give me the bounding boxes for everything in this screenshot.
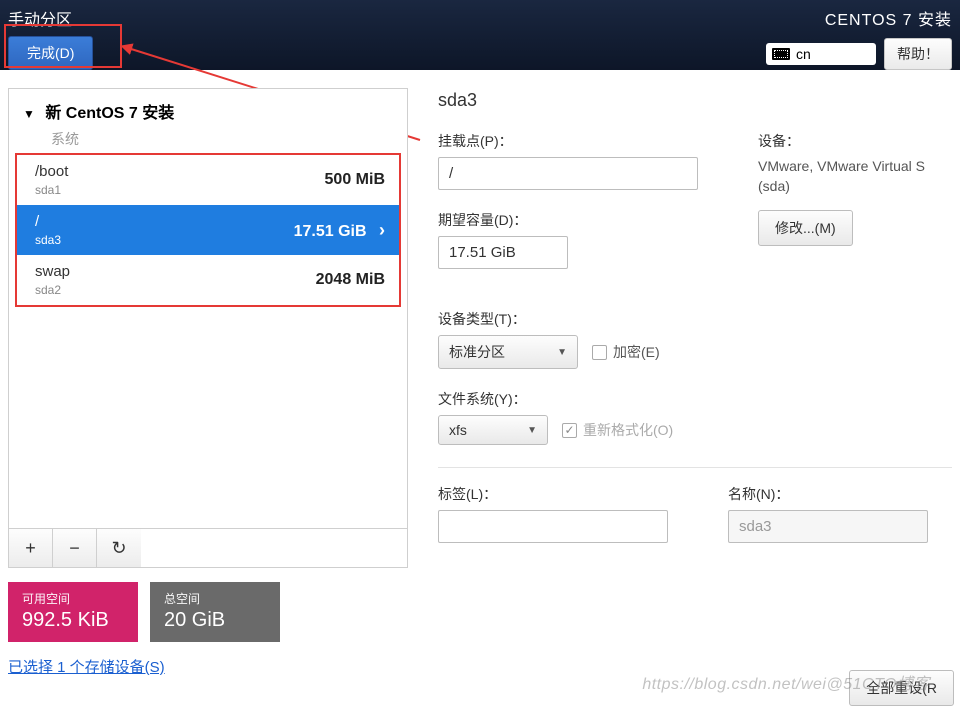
mount-point-label: /boot (35, 163, 68, 180)
capacity-field-label: 期望容量(D)： (438, 210, 698, 230)
new-install-header[interactable]: ▼ 新 CentOS 7 安装 (9, 89, 407, 125)
divider (438, 467, 952, 468)
help-button[interactable]: 帮助！ (884, 38, 952, 70)
filesystem-select[interactable]: xfs ▼ (438, 415, 548, 445)
storage-devices-link[interactable]: 已选择 1 个存储设备(S) (8, 656, 165, 677)
reformat-checkbox-row: 重新格式化(O) (562, 420, 673, 440)
new-install-label: 新 CentOS 7 安装 (45, 105, 174, 122)
chevron-right-icon: › (379, 220, 385, 240)
partition-detail-panel: sda3 挂载点(P)： 期望容量(D)： 设备类型(T)： 标准分区 ▼ (438, 88, 952, 677)
partition-list-footer: + − ↻ (9, 528, 407, 567)
total-space-card: 总空间 20 GiB (150, 582, 280, 642)
mount-point-input[interactable] (438, 157, 698, 190)
header-bar: 手动分区 完成(D) CENTOS 7 安装 cn 帮助！ (0, 0, 960, 70)
encrypt-label: 加密(E) (613, 342, 660, 362)
encrypt-checkbox[interactable] (592, 345, 607, 360)
tag-field-label: 标签(L)： (438, 484, 668, 504)
detail-title: sda3 (438, 90, 952, 111)
device-type-value: 标准分区 (449, 342, 505, 362)
keyboard-layout-code: cn (796, 46, 811, 62)
done-button[interactable]: 完成(D) (8, 36, 93, 70)
partition-item-swap[interactable]: swap sda2 2048 MiB (17, 255, 399, 305)
reset-all-button[interactable]: 全部重设(R (849, 670, 954, 706)
device-type-field-label: 设备类型(T)： (438, 309, 698, 329)
chevron-down-icon: ▼ (557, 347, 567, 358)
size-label: 500 MiB (325, 171, 385, 189)
reload-button[interactable]: ↻ (97, 529, 141, 567)
size-label: 17.51 GiB (294, 223, 367, 240)
partition-item-boot[interactable]: /boot sda1 500 MiB (17, 155, 399, 205)
mount-point-field-label: 挂载点(P)： (438, 131, 698, 151)
remove-partition-button[interactable]: − (53, 529, 97, 567)
page-title: 手动分区 (8, 6, 93, 30)
device-label: sda1 (35, 183, 68, 197)
partition-left-panel: ▼ 新 CentOS 7 安装 系统 /boot sda1 500 MiB / … (8, 88, 408, 677)
device-label: sda2 (35, 283, 70, 297)
size-label: 2048 MiB (316, 271, 385, 289)
device-label: sda3 (35, 233, 61, 247)
encrypt-checkbox-row[interactable]: 加密(E) (592, 342, 660, 362)
section-system-label: 系统 (9, 125, 407, 155)
reformat-label: 重新格式化(O) (583, 420, 673, 440)
device-field-label: 设备： (758, 131, 952, 151)
filesystem-value: xfs (449, 422, 467, 438)
device-type-select[interactable]: 标准分区 ▼ (438, 335, 578, 369)
filesystem-field-label: 文件系统(Y)： (438, 389, 698, 409)
add-partition-button[interactable]: + (9, 529, 53, 567)
free-space-card: 可用空间 992.5 KiB (8, 582, 138, 642)
caret-down-icon: ▼ (23, 107, 35, 121)
total-space-label: 总空间 (164, 590, 266, 607)
partition-list: ▼ 新 CentOS 7 安装 系统 /boot sda1 500 MiB / … (8, 88, 408, 568)
keyboard-icon (772, 48, 790, 60)
chevron-down-icon: ▼ (527, 425, 537, 436)
keyboard-layout-selector[interactable]: cn (766, 43, 876, 65)
modify-device-button[interactable]: 修改...(M) (758, 210, 853, 246)
mount-point-label: swap (35, 263, 70, 280)
mount-point-label: / (35, 213, 39, 230)
reformat-checkbox (562, 423, 577, 438)
install-title: CENTOS 7 安装 (766, 6, 952, 30)
capacity-input[interactable] (438, 236, 568, 269)
partition-item-root[interactable]: / sda3 17.51 GiB › (17, 205, 399, 255)
name-field-label: 名称(N)： (728, 484, 952, 504)
name-input (728, 510, 928, 543)
tag-input[interactable] (438, 510, 668, 543)
device-value: VMware, VMware Virtual S (sda) (758, 157, 952, 196)
free-space-value: 992.5 KiB (22, 609, 124, 632)
total-space-value: 20 GiB (164, 609, 266, 632)
free-space-label: 可用空间 (22, 590, 124, 607)
